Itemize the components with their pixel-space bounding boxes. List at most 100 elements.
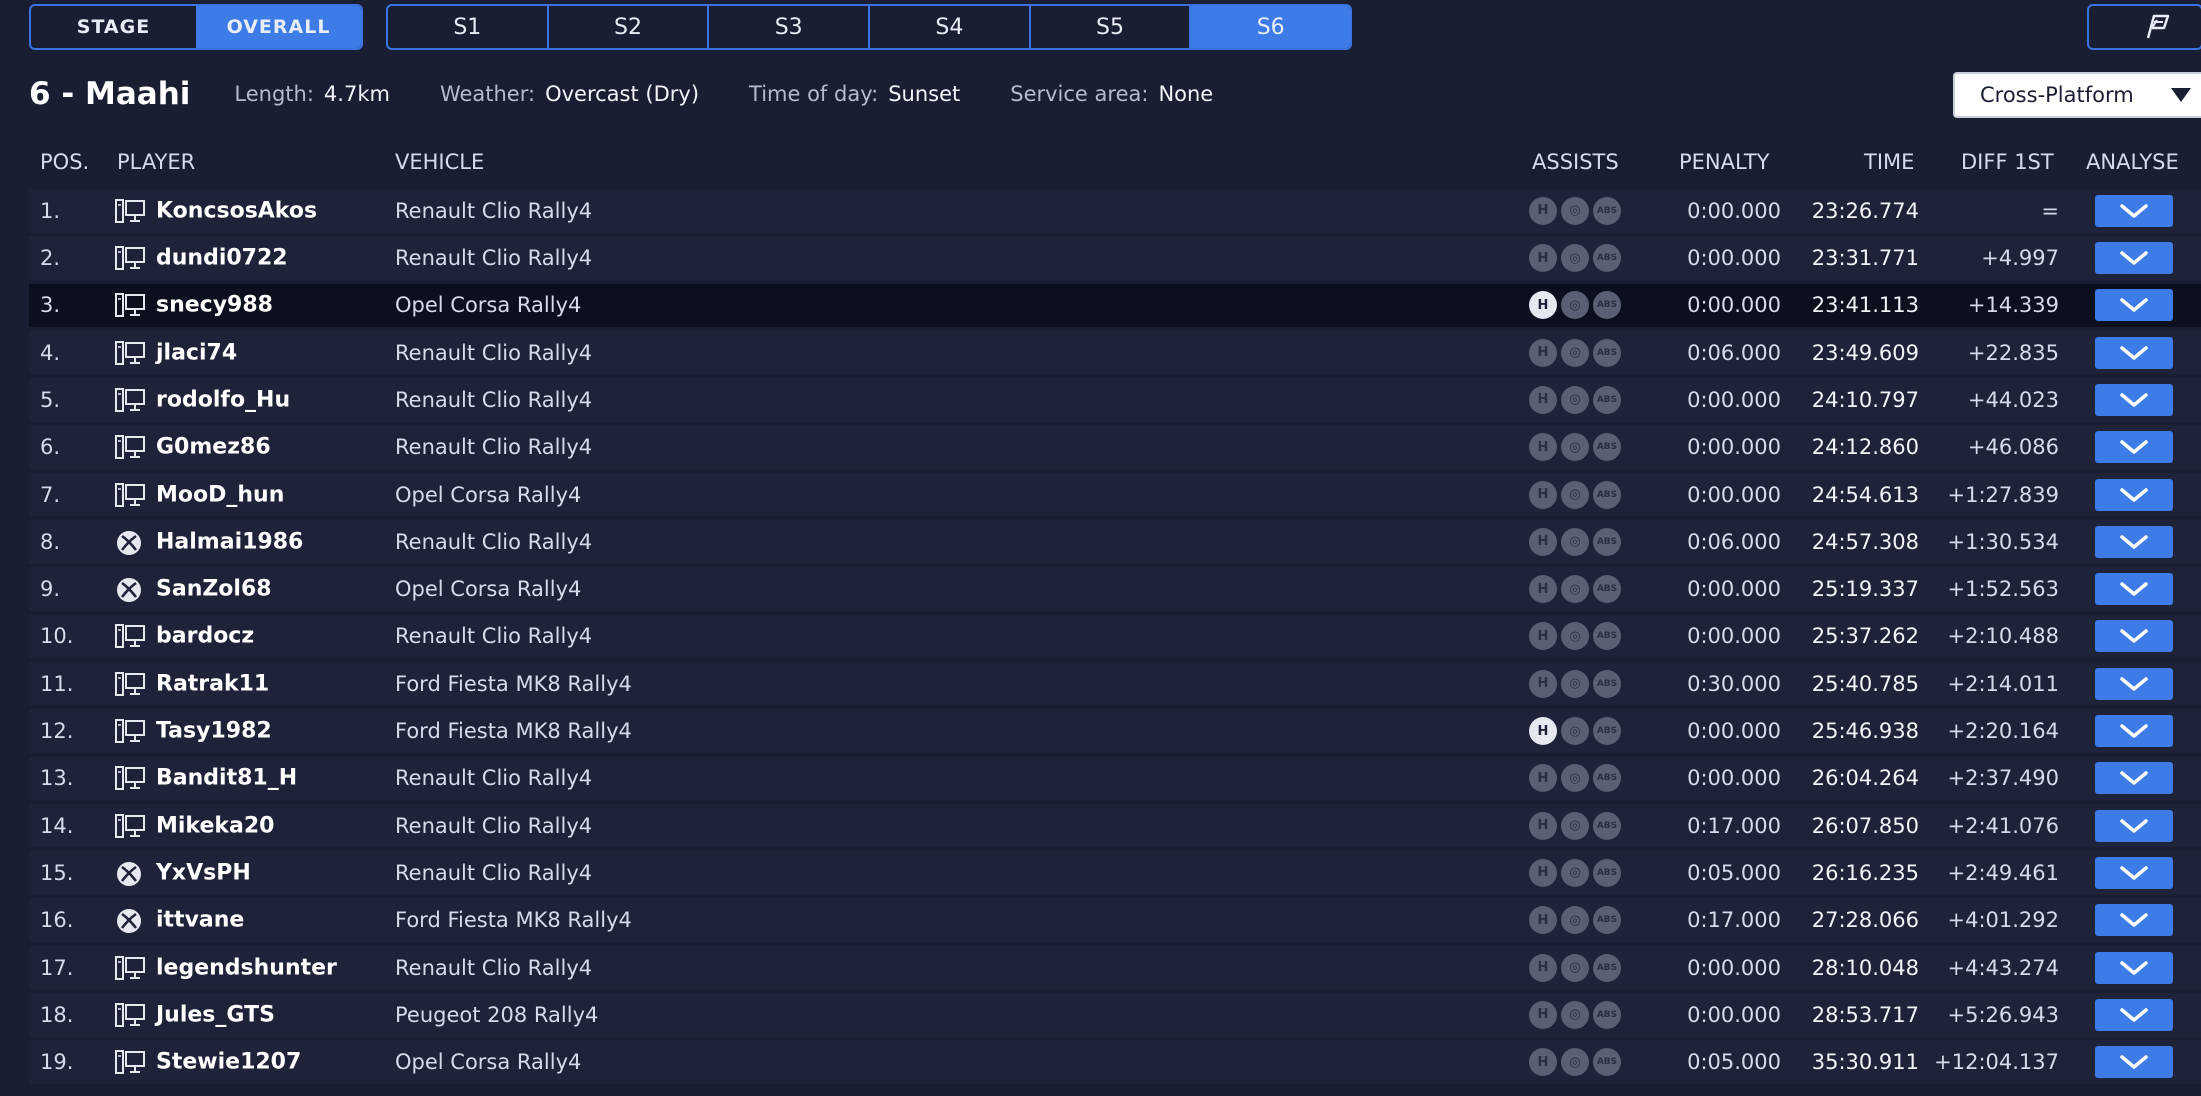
position: 12. — [40, 719, 74, 744]
diff-value: +12:04.137 — [1934, 1050, 2059, 1075]
table-row[interactable]: 1. KoncsosAkos Renault Clio Rally4 H ◎ ABS 0:0… — [29, 189, 2201, 233]
col-player: PLAYER — [117, 150, 196, 174]
analyse-button[interactable] — [2095, 856, 2173, 889]
analyse-button[interactable] — [2095, 620, 2173, 653]
steering-assist-icon: ◎ — [1561, 1048, 1589, 1077]
table-row[interactable]: 10. bardocz Renault Clio Rally4 H ◎ ABS 0:00.0… — [29, 614, 2201, 659]
assists-icons: H ◎ ABS — [1529, 906, 1621, 935]
position: 4. — [40, 340, 61, 365]
table-row[interactable]: 9. SanZol68 Opel Corsa Rally4 H ◎ ABS 0:00.000… — [29, 567, 2201, 611]
position: 16. — [40, 908, 74, 933]
time-value: 25:37.262 — [1811, 624, 1919, 649]
player-name: rodolfo_Hu — [156, 387, 291, 413]
analyse-button[interactable] — [2095, 1046, 2173, 1079]
table-row[interactable]: 19. Stewie1207 Opel Corsa Rally4 H ◎ ABS 0:05.… — [29, 1040, 2201, 1084]
analyse-button[interactable] — [2095, 809, 2173, 842]
analyse-button[interactable] — [2095, 431, 2173, 464]
abs-assist-icon: ABS — [1593, 1048, 1621, 1077]
platform-filter-dropdown[interactable]: Cross-Platform — [1953, 72, 2201, 118]
vehicle-name: Renault Clio Rally4 — [395, 435, 593, 460]
time-value: 23:49.609 — [1811, 340, 1919, 365]
tab-s3[interactable]: S3 — [709, 6, 871, 48]
analyse-button[interactable] — [2095, 762, 2173, 795]
pc-icon — [115, 434, 145, 460]
table-row[interactable]: 7. MooD_hun Opel Corsa Rally4 H ◎ ABS 0:00.000… — [29, 472, 2201, 517]
table-row[interactable]: 17. legendshunter Renault Clio Rally4 H ◎ ABS… — [29, 945, 2201, 990]
table-row[interactable]: 11. Ratrak11 Ford Fiesta MK8 Rally4 H ◎ ABS 0:… — [29, 661, 2201, 706]
table-header: POS. PLAYER VEHICLE ASSISTS PENALTY TIME… — [29, 150, 2201, 184]
tab-s1[interactable]: S1 — [388, 6, 549, 48]
tab-s5[interactable]: S5 — [1031, 6, 1192, 48]
diff-value: +44.023 — [1967, 387, 2059, 412]
position: 11. — [40, 671, 74, 696]
col-assists: ASSISTS — [1532, 150, 1619, 174]
analyse-button[interactable] — [2095, 667, 2173, 700]
player-name: bardocz — [156, 623, 255, 649]
analyse-button[interactable] — [2095, 336, 2173, 369]
time-value: 25:46.938 — [1811, 719, 1919, 744]
tab-s4[interactable]: S4 — [870, 6, 1031, 48]
assists-icons: H ◎ ABS — [1529, 669, 1621, 698]
player-name: Halmai1986 — [156, 529, 304, 555]
abs-assist-icon: ABS — [1593, 764, 1621, 793]
abs-assist-icon: ABS — [1593, 811, 1621, 840]
pc-icon — [115, 198, 145, 224]
table-row[interactable]: 5. rodolfo_Hu Renault Clio Rally4 H ◎ ABS 0:00… — [29, 378, 2201, 422]
table-row[interactable]: 16. ittvane Ford Fiesta MK8 Rally4 H ◎ ABS 0:1… — [29, 898, 2201, 942]
gearbox-assist-icon: H — [1529, 291, 1557, 320]
analyse-button[interactable] — [2095, 525, 2173, 558]
analyse-button[interactable] — [2095, 998, 2173, 1031]
time-value: 24:12.860 — [1811, 435, 1919, 460]
stage-weather: Weather: Overcast (Dry) — [440, 82, 699, 106]
analyse-button[interactable] — [2095, 573, 2173, 606]
abs-assist-icon: ABS — [1593, 717, 1621, 746]
analyse-button[interactable] — [2095, 904, 2173, 937]
gearbox-assist-icon: H — [1529, 244, 1557, 273]
stage-mode-button[interactable]: STAGE — [31, 6, 196, 48]
table-row[interactable]: 12. Tasy1982 Ford Fiesta MK8 Rally4 H ◎ ABS 0:… — [29, 709, 2201, 753]
penalty-value: 0:00.000 — [1687, 1002, 1781, 1027]
analyse-button[interactable] — [2095, 478, 2173, 511]
steering-assist-icon: ◎ — [1561, 433, 1589, 462]
table-row[interactable]: 13. Bandit81_H Renault Clio Rally4 H ◎ ABS 0:0… — [29, 756, 2201, 801]
table-row[interactable]: 15. YxVsPH Renault Clio Rally4 H ◎ ABS 0:05.00… — [29, 851, 2201, 895]
analyse-button[interactable] — [2095, 242, 2173, 275]
tab-s6[interactable]: S6 — [1191, 6, 1350, 48]
abs-assist-icon: ABS — [1593, 480, 1621, 509]
pc-icon — [115, 482, 145, 508]
analyse-button[interactable] — [2095, 194, 2173, 227]
time-value: 25:40.785 — [1811, 671, 1919, 696]
gearbox-assist-icon: H — [1529, 764, 1557, 793]
assists-icons: H ◎ ABS — [1529, 622, 1621, 651]
position: 13. — [40, 766, 74, 791]
gearbox-assist-icon: H — [1529, 338, 1557, 367]
abs-assist-icon: ABS — [1593, 622, 1621, 651]
analyse-button[interactable] — [2095, 383, 2173, 416]
overall-mode-button[interactable]: OVERALL — [196, 6, 361, 48]
analyse-button[interactable] — [2095, 951, 2173, 984]
table-row[interactable]: 2. dundi0722 Renault Clio Rally4 H ◎ ABS 0:00.… — [29, 236, 2201, 280]
time-value: 24:57.308 — [1811, 529, 1919, 554]
steering-assist-icon: ◎ — [1561, 622, 1589, 651]
pc-icon — [115, 245, 145, 271]
analyse-button[interactable] — [2095, 289, 2173, 322]
penalty-value: 0:00.000 — [1687, 955, 1781, 980]
col-pos: POS. — [40, 150, 90, 174]
assists-icons: H ◎ ABS — [1529, 527, 1621, 556]
vehicle-name: Ford Fiesta MK8 Rally4 — [395, 719, 632, 744]
col-vehicle: VEHICLE — [395, 150, 485, 174]
table-row[interactable]: 4. jlaci74 Renault Clio Rally4 H ◎ ABS 0:06.00… — [29, 330, 2201, 375]
pc-icon — [115, 340, 145, 366]
position: 3. — [40, 293, 61, 318]
tab-s2[interactable]: S2 — [549, 6, 710, 48]
rally-flag-button[interactable] — [2087, 4, 2201, 50]
analyse-button[interactable] — [2095, 715, 2173, 748]
table-row[interactable]: 8. Halmai1986 Renault Clio Rally4 H ◎ ABS 0:06… — [29, 520, 2201, 564]
player-name: snecy988 — [156, 292, 273, 318]
pc-icon — [115, 1002, 145, 1028]
table-row[interactable]: 14. Mikeka20 Renault Clio Rally4 H ◎ ABS 0:17.… — [29, 803, 2201, 848]
table-row[interactable]: 6. G0mez86 Renault Clio Rally4 H ◎ ABS 0:00.00… — [29, 425, 2201, 469]
table-row[interactable]: 18. Jules_GTS Peugeot 208 Rally4 H ◎ ABS 0:00.… — [29, 993, 2201, 1037]
player-name: Tasy1982 — [156, 718, 272, 744]
table-row[interactable]: 3. snecy988 Opel Corsa Rally4 H ◎ ABS 0:00.000… — [29, 283, 2201, 328]
